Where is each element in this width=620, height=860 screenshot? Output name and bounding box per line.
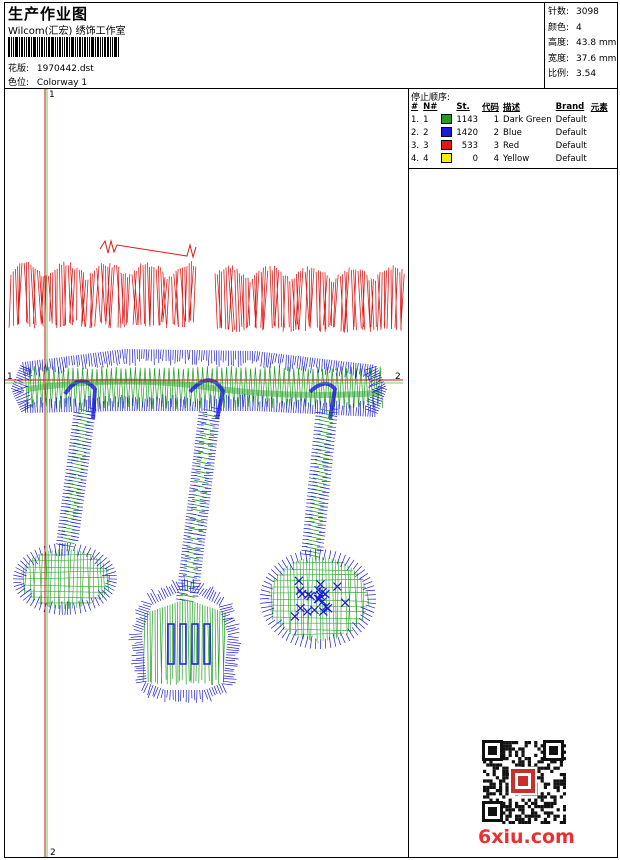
axis-label-bottom: 2 (50, 848, 56, 857)
legend-row: 2. 2 1420 2 Blue Default (409, 126, 610, 139)
row-brand: Default (555, 114, 587, 125)
legend-row: 3. 3 533 3 Red Default (409, 139, 610, 152)
stitch-layer (8, 239, 405, 703)
sidebar-divider (408, 88, 409, 858)
row-swatch (439, 113, 454, 126)
watermark-logo: 6xiu.com (478, 826, 575, 848)
stat-scale: 比例: 3.54 (548, 69, 597, 79)
col-swatch (439, 101, 454, 113)
stat-colors: 颜色: 4 (548, 22, 582, 33)
colorway-info: 色位: Colorway 1 (8, 75, 87, 88)
legend-divider (408, 168, 618, 169)
row-description: Yellow (503, 153, 530, 164)
row-index: 1. (411, 114, 420, 125)
stats-panel: 针数: 3098 颜色: 4 高度: 43.8 mm 宽度: 37.6 mm 比例: 3.… (548, 5, 616, 83)
col-code: 代码 (482, 103, 500, 113)
qr-code (480, 738, 566, 824)
row-needle: 4 (423, 153, 429, 164)
barcode (8, 37, 140, 57)
row-stitches: 1143 (456, 114, 479, 125)
row-description: Blue (503, 127, 522, 138)
row-needle: 2 (423, 127, 429, 138)
col-needle: N# (423, 102, 438, 112)
design-info: 花版: 1970442.dst (8, 61, 94, 74)
row-needle: 1 (423, 114, 429, 125)
row-brand: Default (555, 153, 587, 164)
row-description: Red (503, 140, 520, 151)
stat-width: 宽度: 37.6 mm (548, 53, 617, 64)
colorway-value: Colorway 1 (36, 78, 88, 88)
legend-row: 4. 4 0 4 Yellow Default (409, 152, 610, 165)
row-stitches: 1420 (456, 127, 479, 138)
color-swatch (441, 127, 453, 138)
row-brand: Default (555, 127, 587, 138)
stat-stitches: 针数: 3098 (548, 7, 599, 17)
legend-header-row: # N# St. 代码 描述 Brand 元素 (409, 101, 610, 113)
axis-label-right: 2 (395, 372, 401, 382)
row-code: 1 (493, 114, 500, 125)
col-description: 描述 (503, 103, 521, 113)
embroidery-preview: 1 2 1 2 (5, 89, 405, 857)
axis-label-top: 1 (49, 90, 55, 100)
design-label: 花版: (8, 64, 30, 74)
row-brand: Default (555, 140, 587, 151)
row-index: 2. (411, 127, 420, 138)
row-stitches: 533 (461, 140, 479, 151)
row-swatch (439, 139, 454, 152)
row-element (589, 126, 610, 139)
color-swatch (441, 140, 453, 151)
row-code: 4 (493, 153, 500, 164)
col-brand: Brand (555, 102, 585, 112)
stat-height: 高度: 43.8 mm (548, 38, 617, 48)
row-code: 2 (493, 127, 500, 138)
legend-row: 1. 1 1143 1 Dark Green Default (409, 113, 610, 126)
col-index: # (411, 102, 419, 112)
row-code: 3 (493, 140, 500, 151)
col-stitches: St. (456, 102, 470, 112)
row-needle: 3 (423, 140, 429, 151)
stats-divider (544, 2, 545, 88)
row-swatch (439, 152, 454, 165)
row-stitches: 0 (472, 153, 479, 164)
colorway-label: 色位: (8, 78, 30, 88)
color-swatch (441, 153, 453, 164)
row-element (589, 113, 610, 126)
thread-legend-table: # N# St. 代码 描述 Brand 元素 1. 1 1143 1 Dark Gre… (409, 101, 610, 165)
row-index: 3. (411, 140, 420, 151)
col-element: 元素 (590, 103, 608, 113)
row-swatch (439, 126, 454, 139)
design-value: 1970442.dst (36, 64, 94, 74)
row-element (589, 152, 610, 165)
axis-label-left: 1 (7, 372, 13, 382)
color-swatch (441, 114, 453, 125)
sheet-subtitle: Wilcom(汇宏) 绣饰工作室 (8, 26, 126, 37)
row-element (589, 139, 610, 152)
sheet-title: 生产作业图 (8, 5, 89, 23)
row-description: Dark Green (503, 114, 552, 125)
row-index: 4. (411, 153, 420, 164)
